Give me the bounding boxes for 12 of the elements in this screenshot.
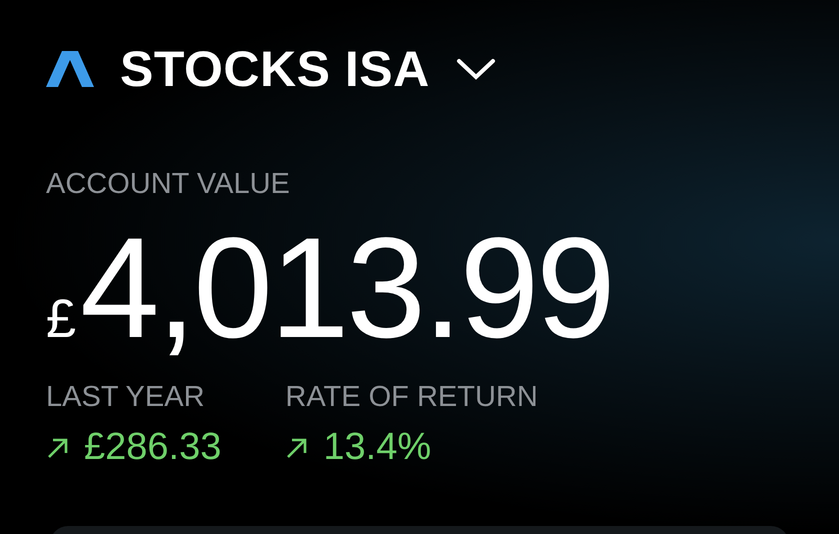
arrow-up-right-icon [46,436,70,460]
stat-label: LAST YEAR [46,381,206,414]
stat-label: RATE OF RETURN [285,381,538,414]
account-value-label: ACCOUNT VALUE [46,168,291,201]
account-selector[interactable]: STOCKS ISA [120,40,496,98]
stat-value: £286.33 [84,426,222,469]
currency-symbol: £ [46,288,76,350]
account-value: 4,013.99 [80,209,613,369]
logo-icon [46,51,94,87]
arrow-up-right-icon [285,436,310,460]
stat-value: 13.4% [323,426,432,469]
chevron-down-icon [456,57,496,81]
